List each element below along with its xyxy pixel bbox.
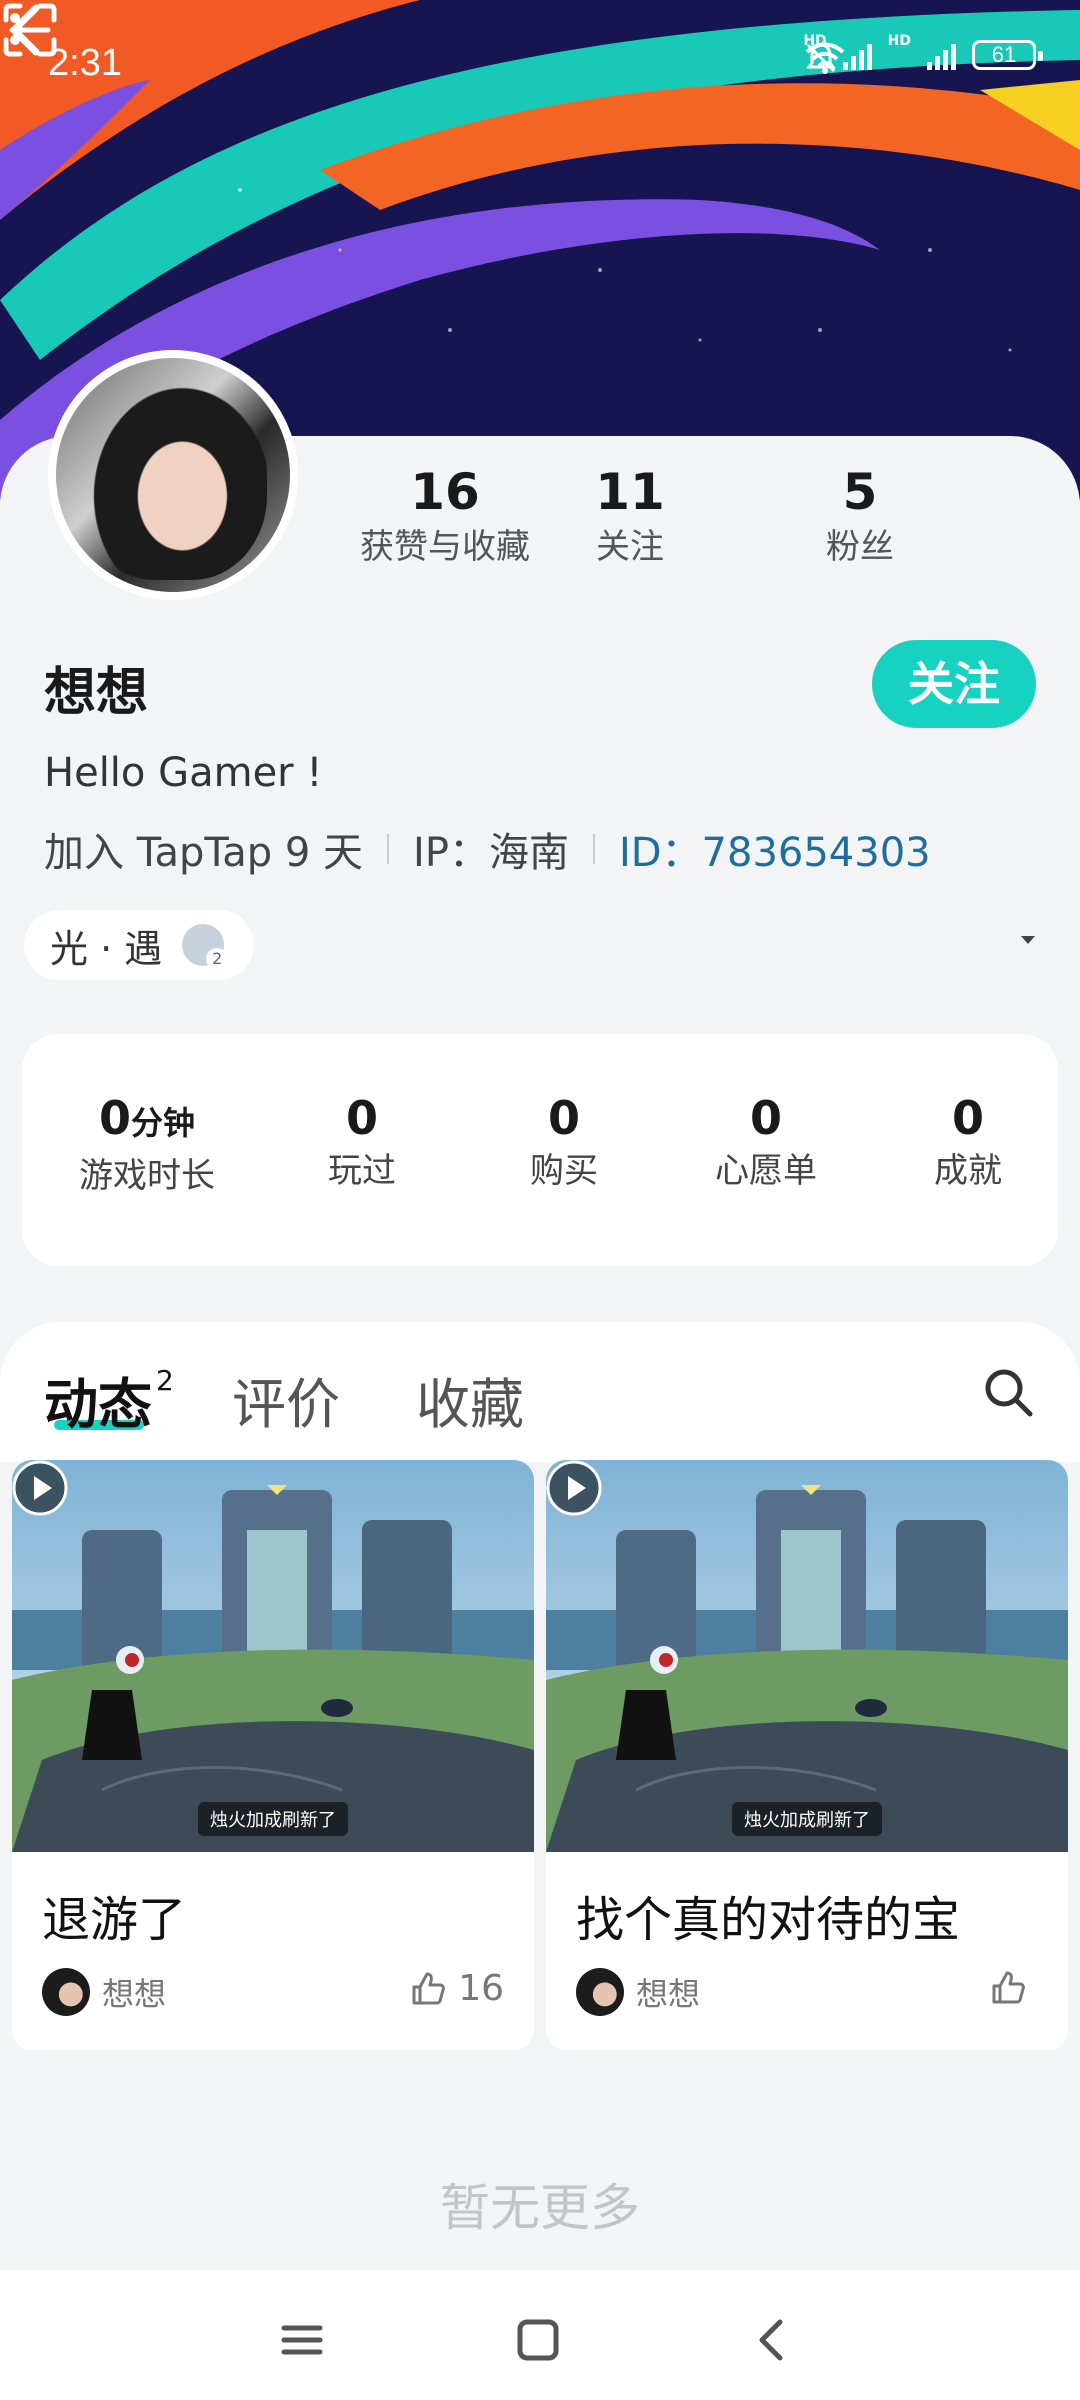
user-id[interactable]: ID：783654303 bbox=[619, 820, 931, 878]
wifi-icon bbox=[805, 42, 845, 74]
stat-label: 关注 bbox=[596, 527, 664, 567]
user-name: 想想 bbox=[44, 663, 149, 723]
video-caption: 烛火加成刷新了 bbox=[198, 1802, 348, 1836]
more-vertical-icon[interactable] bbox=[0, 0, 30, 60]
status-icons: HD HD 61 bbox=[803, 33, 1043, 74]
back-icon[interactable] bbox=[742, 2310, 802, 2370]
video-caption: 烛火加成刷新了 bbox=[732, 1802, 882, 1836]
thumbs-up-icon bbox=[992, 1971, 1025, 2004]
stat-followers[interactable]: 5 粉丝 bbox=[810, 462, 910, 572]
stat-purchased[interactable]: 0 购买 bbox=[494, 1090, 634, 1196]
no-more-text: 暂无更多 bbox=[440, 2179, 640, 2237]
tab-moments-label: 动态 bbox=[44, 1373, 152, 1436]
stat-value: 0 bbox=[547, 1091, 580, 1145]
stat-value: 11 bbox=[595, 463, 665, 521]
stat-label: 心愿单 bbox=[715, 1151, 817, 1191]
battery-icon: 61 bbox=[972, 40, 1043, 70]
game-stats-card: 0分钟 游戏时长 0 玩过 0 购买 0 心愿单 0 成就 bbox=[22, 1034, 1058, 1266]
game-screenshot bbox=[546, 1460, 1068, 1852]
stat-following[interactable]: 11 关注 bbox=[570, 462, 690, 572]
playtime-unit: 分钟 bbox=[131, 1104, 196, 1142]
follow-button[interactable]: 关注 bbox=[872, 640, 1036, 728]
status-bar: 2:31 HD HD 61 bbox=[0, 0, 1080, 120]
author-avatar bbox=[576, 1968, 624, 2016]
caret-down-icon[interactable] bbox=[1018, 930, 1038, 950]
tab-reviews[interactable]: 评价 bbox=[232, 1360, 340, 1439]
stat-playtime[interactable]: 0分钟 游戏时长 bbox=[52, 1090, 242, 1201]
playtime-label: 游戏时长 bbox=[79, 1156, 215, 1196]
avatar[interactable] bbox=[48, 350, 298, 600]
post-thumbnail[interactable]: 烛火加成刷新了 bbox=[546, 1460, 1068, 1852]
system-nav-bar bbox=[0, 2270, 1080, 2400]
stat-likes[interactable]: 16 获赞与收藏 bbox=[330, 462, 560, 572]
post-thumbnail[interactable]: 烛火加成刷新了 bbox=[12, 1460, 534, 1852]
like-count: 16 bbox=[458, 1968, 504, 2009]
tab-moments[interactable]: 动态 2 bbox=[44, 1360, 174, 1439]
stat-label: 购买 bbox=[530, 1151, 598, 1191]
stat-label: 玩过 bbox=[328, 1151, 396, 1191]
playtime-value: 0分钟 bbox=[98, 1091, 196, 1145]
search-icon[interactable] bbox=[982, 1366, 1036, 1420]
game-tag-label: 光 · 遇 bbox=[50, 926, 163, 971]
game-tag[interactable]: 光 · 遇 bbox=[24, 910, 255, 980]
post-title: 找个真的对待的宝 bbox=[576, 1892, 961, 1948]
stat-value: 0 bbox=[345, 1091, 378, 1145]
play-icon bbox=[546, 1460, 602, 1516]
stat-value: 0 bbox=[749, 1091, 782, 1145]
stat-value: 16 bbox=[410, 463, 480, 521]
tab-favorites[interactable]: 收藏 bbox=[416, 1360, 524, 1439]
stat-value: 0 bbox=[951, 1091, 984, 1145]
author-name: 想想 bbox=[636, 1975, 701, 2013]
tab-moments-count: 2 bbox=[156, 1364, 174, 1397]
stat-wishlist[interactable]: 0 心愿单 bbox=[696, 1090, 836, 1196]
post-title: 退游了 bbox=[42, 1892, 187, 1948]
menu-icon[interactable] bbox=[272, 2310, 332, 2370]
user-meta: 加入 TapTap 9 天 IP：海南 ID：783654303 bbox=[44, 820, 931, 878]
thumbs-up-icon bbox=[412, 1972, 446, 2004]
hd-badge: HD bbox=[887, 33, 911, 49]
profile-stats: 16 获赞与收藏 11 关注 5 粉丝 bbox=[330, 462, 1030, 582]
divider bbox=[592, 834, 595, 864]
author-name: 想想 bbox=[102, 1975, 167, 2013]
user-bio: Hello Gamer ! bbox=[44, 750, 323, 796]
post-author[interactable]: 想想 bbox=[576, 1968, 700, 2016]
like-button[interactable] bbox=[988, 1968, 1038, 2008]
stat-played[interactable]: 0 玩过 bbox=[292, 1090, 432, 1196]
post-author[interactable]: 想想 bbox=[42, 1968, 166, 2016]
stat-value: 5 bbox=[842, 463, 878, 521]
home-icon[interactable] bbox=[508, 2310, 568, 2370]
stat-label: 获赞与收藏 bbox=[360, 527, 530, 567]
divider bbox=[387, 834, 390, 864]
post-card[interactable]: 烛火加成刷新了 退游了 想想 16 bbox=[12, 1460, 534, 2050]
stat-label: 成就 bbox=[934, 1151, 1002, 1191]
stat-achievements[interactable]: 0 成就 bbox=[898, 1090, 1038, 1196]
profile-page: 2:31 HD HD 61 16 获赞与收藏 11 关注 5 粉丝 想想 关注 … bbox=[0, 0, 1080, 2400]
game-level-badge-icon bbox=[182, 924, 229, 970]
play-icon bbox=[12, 1460, 68, 1516]
game-screenshot bbox=[12, 1460, 534, 1852]
stat-label: 粉丝 bbox=[826, 527, 894, 567]
post-card[interactable]: 烛火加成刷新了 找个真的对待的宝 想想 bbox=[546, 1460, 1068, 2050]
join-days: 加入 TapTap 9 天 bbox=[44, 830, 364, 876]
author-avatar bbox=[42, 1968, 90, 2016]
like-button[interactable]: 16 bbox=[408, 1968, 504, 2009]
signal-icon bbox=[927, 40, 956, 70]
ip-location: IP：海南 bbox=[413, 830, 569, 876]
